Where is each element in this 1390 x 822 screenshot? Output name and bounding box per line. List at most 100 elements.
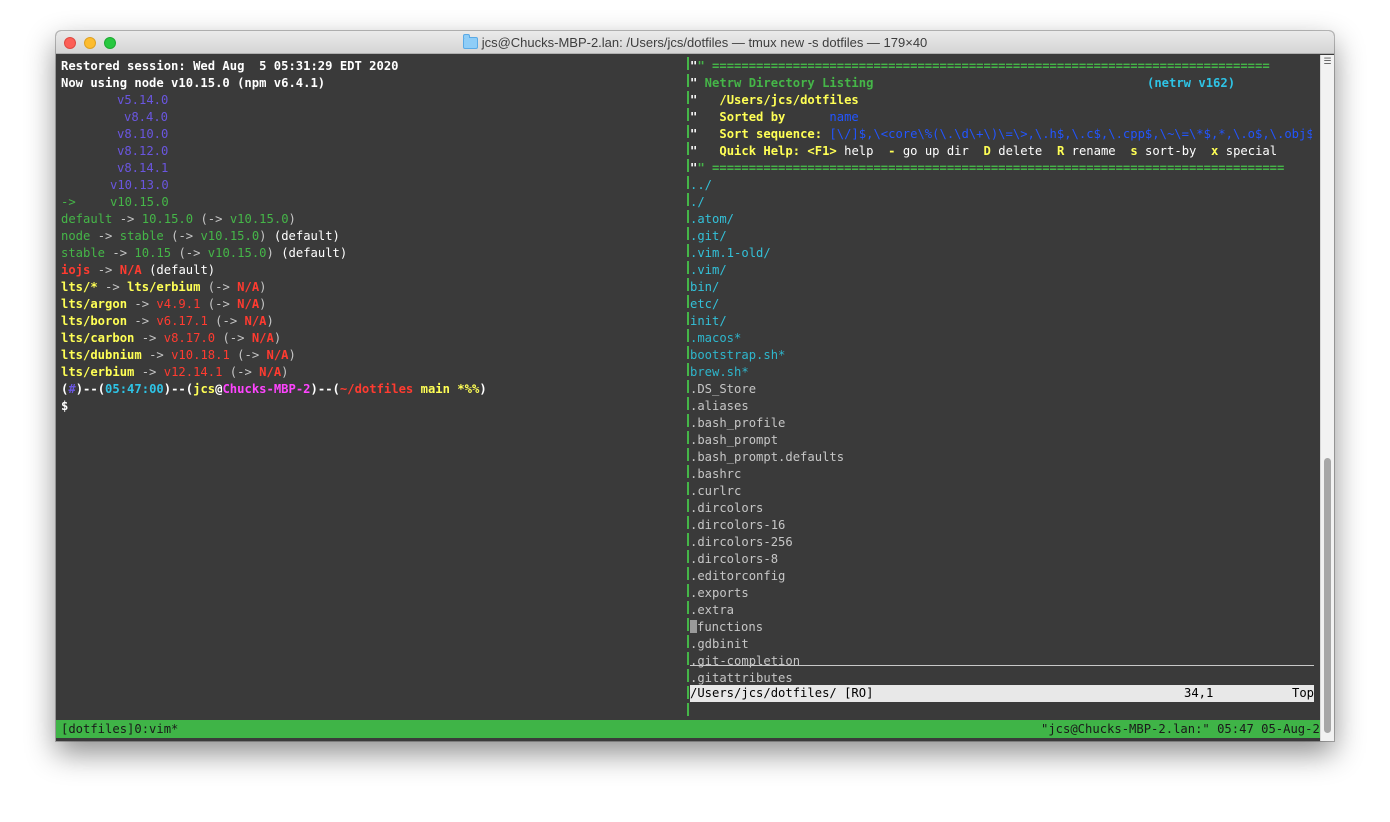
vim-cursor (690, 620, 697, 633)
netrw-file-item[interactable]: .curlrc (690, 483, 741, 500)
netrw-file-item[interactable]: .git-completion (690, 653, 800, 670)
netrw-file-item[interactable]: .editorconfig (690, 568, 785, 585)
separator-segment (687, 363, 689, 376)
now-using-line: Now using node v10.15.0 (npm v6.4.1) (61, 76, 326, 90)
separator-segment (687, 703, 689, 716)
separator-segment (687, 618, 689, 631)
current-version: v10.15.0 (110, 195, 169, 209)
separator-segment (687, 312, 689, 325)
separator-segment (687, 584, 689, 597)
version-line: v5.14.0 (117, 93, 169, 107)
netrw-dir-item[interactable]: ../ (690, 177, 712, 194)
scrollbar-thumb[interactable] (1324, 458, 1331, 733)
netrw-dir-item[interactable]: bin/ (690, 279, 719, 296)
separator-segment (687, 125, 689, 138)
separator-segment (687, 244, 689, 257)
netrw-file-item[interactable]: .dircolors-16 (690, 517, 785, 534)
netrw-file-item[interactable]: .dircolors-8 (690, 551, 778, 568)
separator-segment (687, 465, 689, 478)
version-line: v8.12.0 (117, 144, 169, 158)
netrw-path-line: " /Users/jcs/dotfiles (690, 93, 859, 107)
netrw-file-item[interactable]: .aliases (690, 398, 749, 415)
version-line: v8.14.1 (117, 161, 169, 175)
alias-stable-line: stable -> 10.15 (-> v10.15.0) (default) (61, 246, 348, 260)
vim-status-position: 34,1 (1184, 686, 1214, 700)
netrw-dir-item[interactable]: init/ (690, 313, 727, 330)
netrw-file-item-selected[interactable]: functions (690, 619, 763, 636)
scroll-menu-icon[interactable]: ☰ (1323, 57, 1332, 67)
separator-segment (687, 108, 689, 121)
netrw-dir-item[interactable]: ./ (690, 194, 705, 211)
netrw-dir-item[interactable]: .git/ (690, 228, 727, 245)
netrw-sort-seq-line: " Sort sequence: [\/]$,\<core\%(\.\d\+\)… (690, 127, 1312, 141)
netrw-dir-item[interactable]: .vim/ (690, 262, 727, 279)
alias-default-line: default -> 10.15.0 (-> v10.15.0) (61, 212, 296, 226)
separator-segment (687, 176, 689, 189)
separator-segment (687, 499, 689, 512)
netrw-file-item[interactable]: .bash_prompt.defaults (690, 449, 844, 466)
window-title: jcs@Chucks-MBP-2.lan: /Users/jcs/dotfile… (56, 34, 1334, 50)
version-line: v10.13.0 (110, 178, 169, 192)
separator-segment (687, 278, 689, 291)
netrw-exec-item[interactable]: brew.sh* (690, 364, 749, 381)
netrw-exec-item[interactable]: .macos* (690, 330, 741, 347)
separator-segment (687, 261, 689, 274)
netrw-file-item[interactable]: .extra (690, 602, 734, 619)
lts-line: lts/boron -> v6.17.1 (-> N/A) (61, 314, 274, 328)
netrw-file-item[interactable]: .gdbinit (690, 636, 749, 653)
separator-segment (687, 652, 689, 665)
netrw-file-item[interactable]: .bash_profile (690, 415, 785, 432)
netrw-dir-item[interactable]: .atom/ (690, 211, 734, 228)
separator-segment (687, 380, 689, 393)
netrw-dir-item[interactable]: .vim.1-old/ (690, 245, 771, 262)
netrw-version: (netrw v162) (1147, 76, 1236, 90)
alias-iojs-line: iojs -> N/A (default) (61, 263, 216, 277)
separator-segment (687, 227, 689, 240)
lts-line: lts/carbon -> v8.17.0 (-> N/A) (61, 331, 282, 345)
netrw-file-item[interactable]: .bashrc (690, 466, 741, 483)
netrw-file-item[interactable]: .DS_Store (690, 381, 756, 398)
separator-segment (687, 142, 689, 155)
separator-segment (687, 210, 689, 223)
netrw-file-item[interactable]: .dircolors (690, 500, 763, 517)
title-bar[interactable]: jcs@Chucks-MBP-2.lan: /Users/jcs/dotfile… (56, 31, 1334, 54)
separator-segment (687, 159, 689, 172)
vertical-scrollbar[interactable]: ☰ (1320, 55, 1334, 741)
pane-separator (687, 55, 689, 719)
separator-segment (687, 550, 689, 563)
shell-input-prompt[interactable]: $ (61, 398, 68, 415)
tmux-status-right: "jcs@Chucks-MBP-2.lan:" 05:47 05-Aug-20 (1041, 722, 1328, 736)
netrw-quick-help-line: " Quick Help: <F1> help - go up dir D de… (690, 144, 1278, 158)
vim-status-line: /Users/jcs/dotfiles/ [RO] 34,1 Top (690, 685, 1314, 702)
terminal-content[interactable]: Restored session: Wed Aug 5 05:31:29 EDT… (56, 55, 1327, 741)
netrw-file-item[interactable]: .exports (690, 585, 749, 602)
netrw-dir-item[interactable]: etc/ (690, 296, 719, 313)
separator-segment (687, 516, 689, 529)
separator-segment (687, 635, 689, 648)
folder-icon (462, 34, 478, 49)
alias-lts-star-line: lts/* -> lts/erbium (-> N/A) (61, 280, 267, 294)
window-title-text: jcs@Chucks-MBP-2.lan: /Users/jcs/dotfile… (481, 35, 928, 50)
separator-segment (687, 686, 689, 699)
tmux-status-bar: [dotfiles]0:vim* "jcs@Chucks-MBP-2.lan:"… (56, 720, 1327, 738)
version-line: v8.4.0 (124, 110, 169, 124)
separator-segment (687, 74, 689, 87)
alias-node-line: node -> stable (-> v10.15.0) (default) (61, 229, 340, 243)
netrw-rule-top: "" =====================================… (690, 59, 1270, 73)
separator-segment (687, 533, 689, 546)
current-version-line: -> (61, 195, 76, 209)
separator-segment (687, 193, 689, 206)
tmux-window-list[interactable]: [dotfiles]0:vim* (61, 720, 178, 738)
separator-segment (687, 601, 689, 614)
separator-segment (687, 669, 689, 682)
separator-segment (687, 482, 689, 495)
netrw-file-item[interactable]: .bash_prompt (690, 432, 778, 449)
separator-segment (687, 448, 689, 461)
netrw-exec-item[interactable]: bootstrap.sh* (690, 347, 785, 364)
netrw-file-item[interactable]: .dircolors-256 (690, 534, 793, 551)
terminal-window: jcs@Chucks-MBP-2.lan: /Users/jcs/dotfile… (56, 31, 1334, 741)
netrw-rule-bottom: "" =====================================… (690, 161, 1285, 175)
vim-status-scroll: Top (1292, 686, 1315, 700)
restored-session-line: Restored session: Wed Aug 5 05:31:29 EDT… (61, 59, 399, 73)
lts-line: lts/argon -> v4.9.1 (-> N/A) (61, 297, 267, 311)
